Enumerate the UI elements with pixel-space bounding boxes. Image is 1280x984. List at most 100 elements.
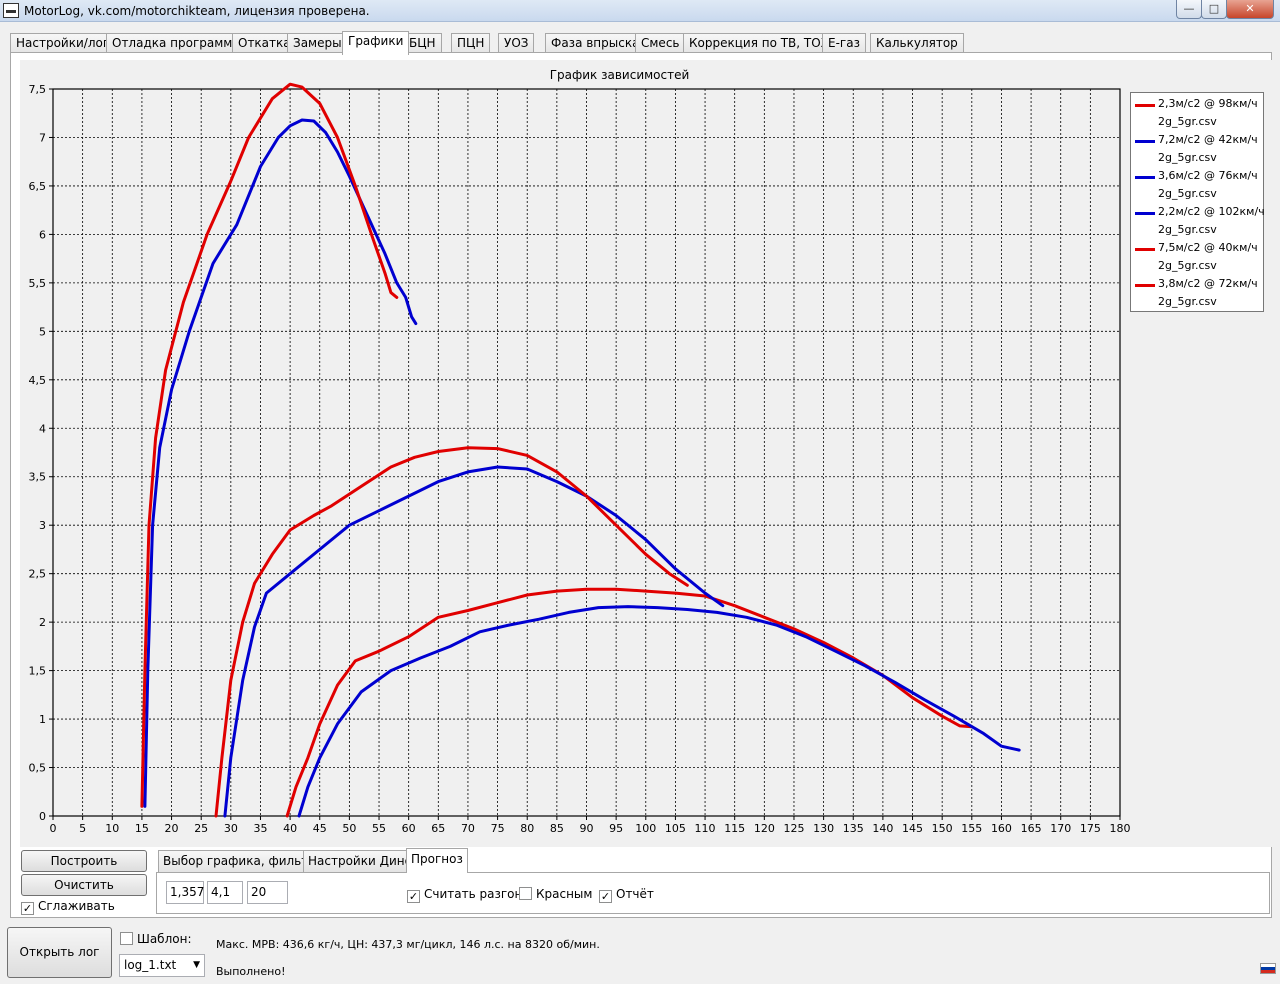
tab-mixture[interactable]: Смесь	[635, 33, 686, 54]
tab-calculator[interactable]: Калькулятор	[870, 33, 964, 54]
template-check-box[interactable]	[120, 932, 133, 945]
count-accel-check-box[interactable]: ✓	[407, 890, 420, 903]
tab-graphs[interactable]: Графики	[342, 31, 410, 55]
x-tick-label: 55	[372, 822, 386, 835]
legend-label: 3,6м/с2 @ 76км/ч 2g_5gr.csv	[1158, 169, 1258, 200]
x-tick-label: 80	[520, 822, 534, 835]
x-tick-label: 95	[609, 822, 623, 835]
chevron-down-icon[interactable]: ▼	[193, 955, 200, 976]
legend-label: 7,5м/с2 @ 40км/ч 2g_5gr.csv	[1158, 241, 1258, 272]
forecast-panel	[156, 872, 1270, 914]
smooth-checkbox[interactable]: ✓ Сглаживать	[21, 899, 115, 915]
tab-pcn[interactable]: ПЦН	[451, 33, 491, 54]
forecast-input-1[interactable]: 1,357	[166, 881, 204, 904]
app-icon	[3, 3, 19, 18]
build-button[interactable]: Построить	[21, 850, 147, 872]
x-tick-label: 15	[135, 822, 149, 835]
red-label: Красным	[536, 887, 593, 901]
x-tick-label: 170	[1050, 822, 1071, 835]
y-tick-label: 3	[39, 519, 46, 532]
count-accel-checkbox[interactable]: ✓ Считать разгон	[407, 887, 522, 903]
legend-label: 2,2м/с2 @ 102км/ч 2g_5gr.csv	[1158, 205, 1265, 236]
x-tick-label: 180	[1110, 822, 1131, 835]
window-title: MotorLog, vk.com/motorchikteam, лицензия…	[24, 4, 370, 18]
red-check-box[interactable]	[519, 887, 532, 900]
x-tick-label: 165	[1021, 822, 1042, 835]
legend-swatch	[1135, 212, 1155, 215]
report-checkbox[interactable]: ✓ Отчёт	[599, 887, 654, 903]
template-label: Шаблон:	[137, 932, 192, 946]
subtab-dyno-settings[interactable]: Настройки Дино	[303, 850, 417, 872]
status-done: Выполнено!	[216, 965, 286, 978]
x-tick-label: 70	[461, 822, 475, 835]
x-tick-label: 125	[783, 822, 804, 835]
forecast-input-3[interactable]: 20	[247, 881, 288, 904]
clear-button[interactable]: Очистить	[21, 874, 147, 896]
y-tick-label: 2,5	[29, 568, 47, 581]
log-file-select[interactable]: log_1.txt ▼	[119, 954, 205, 977]
tab-uoz[interactable]: УОЗ	[498, 33, 535, 54]
subtab-forecast[interactable]: Прогноз	[406, 848, 468, 873]
x-tick-label: 155	[961, 822, 982, 835]
tab-egas[interactable]: E-газ	[822, 33, 866, 54]
x-tick-label: 0	[50, 822, 57, 835]
minimize-button[interactable]: —	[1176, 0, 1202, 19]
x-tick-label: 85	[550, 822, 564, 835]
x-tick-label: 30	[224, 822, 238, 835]
open-log-button[interactable]: Открыть лог	[7, 927, 112, 978]
chart-title: График зависимостей	[550, 68, 690, 82]
template-checkbox[interactable]: Шаблон:	[120, 932, 192, 946]
legend-item: 3,8м/с2 @ 72км/ч 2g_5gr.csv	[1131, 273, 1263, 309]
x-tick-label: 60	[402, 822, 416, 835]
flag-stripe	[1261, 970, 1275, 973]
line-chart: График зависимостей0 5 10 15 20 25 30 35 40 45 50 5…	[29, 68, 1131, 835]
x-tick-label: 115	[724, 822, 745, 835]
legend-swatch	[1135, 248, 1155, 251]
y-tick-label: 5	[39, 325, 46, 338]
y-tick-label: 3,5	[29, 471, 47, 484]
x-tick-label: 140	[872, 822, 893, 835]
maximize-button[interactable]: □	[1201, 0, 1227, 19]
chart-legend: 2,3м/с2 @ 98км/ч 2g_5gr.csv 7,2м/с2 @ 42к…	[1130, 92, 1265, 312]
x-tick-label: 5	[79, 822, 86, 835]
x-tick-label: 135	[843, 822, 864, 835]
x-tick-label: 105	[665, 822, 686, 835]
forecast-input-2[interactable]: 4,1	[207, 881, 243, 904]
y-tick-label: 1	[39, 713, 46, 726]
tab-measurements[interactable]: Замеры	[287, 33, 348, 54]
legend-swatch	[1135, 104, 1155, 107]
x-tick-label: 40	[283, 822, 297, 835]
subtab-graph-filter[interactable]: Выбор графика, фильтр	[158, 850, 321, 872]
close-button[interactable]: ✕	[1226, 0, 1274, 19]
legend-swatch	[1135, 176, 1155, 179]
report-label: Отчёт	[616, 887, 654, 901]
x-tick-label: 35	[253, 822, 267, 835]
y-tick-label: 4,5	[29, 374, 47, 387]
y-tick-label: 6	[39, 228, 46, 241]
y-tick-label: 4	[39, 422, 46, 435]
x-tick-label: 145	[902, 822, 923, 835]
red-checkbox[interactable]: Красным	[519, 887, 592, 901]
x-tick-label: 90	[580, 822, 594, 835]
smooth-label: Сглаживать	[38, 899, 115, 913]
tab-debug[interactable]: Отладка программы	[106, 33, 248, 54]
legend-label: 7,2м/с2 @ 42км/ч 2g_5gr.csv	[1158, 133, 1258, 164]
status-summary: Макс. МРВ: 436,6 кг/ч, ЦН: 437,3 мг/цикл…	[216, 938, 600, 951]
tab-injection-phase[interactable]: Фаза впрыска	[545, 33, 646, 54]
x-tick-label: 50	[342, 822, 356, 835]
tab-settings-log[interactable]: Настройки/лог	[10, 33, 116, 54]
y-tick-label: 6,5	[29, 180, 47, 193]
legend-swatch	[1135, 140, 1155, 143]
report-check-box[interactable]: ✓	[599, 890, 612, 903]
y-tick-label: 7,5	[29, 83, 47, 96]
tab-correction[interactable]: Коррекция по ТВ, ТОЖ	[683, 33, 840, 54]
x-tick-label: 45	[313, 822, 327, 835]
x-tick-label: 150	[932, 822, 953, 835]
x-tick-label: 65	[431, 822, 445, 835]
x-tick-label: 75	[491, 822, 505, 835]
x-tick-label: 10	[105, 822, 119, 835]
x-tick-label: 25	[194, 822, 208, 835]
y-tick-label: 5,5	[29, 277, 47, 290]
smooth-check-box[interactable]: ✓	[21, 902, 34, 915]
x-tick-label: 110	[695, 822, 716, 835]
